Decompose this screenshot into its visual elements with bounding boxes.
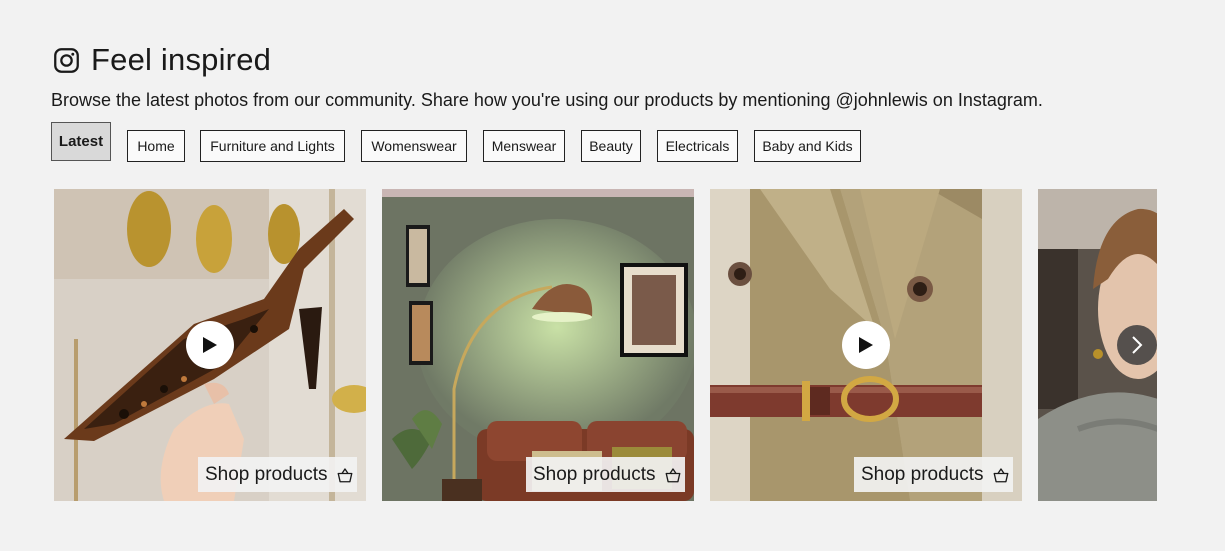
card-image-lamp (382, 189, 694, 501)
carousel-card[interactable]: Shop products (382, 189, 694, 501)
play-icon (859, 337, 873, 353)
shop-products-button[interactable]: Shop products (854, 457, 1013, 492)
filter-home[interactable]: Home (127, 130, 185, 162)
play-icon (203, 337, 217, 353)
basket-icon (993, 467, 1008, 482)
instagram-carousel: Shop products Shop products Shop product… (54, 189, 1157, 501)
filter-latest[interactable]: Latest (51, 122, 111, 161)
play-video-button[interactable] (186, 321, 234, 369)
shop-products-label: Shop products (533, 463, 656, 485)
shop-products-button[interactable]: Shop products (526, 457, 685, 492)
shop-products-label: Shop products (205, 463, 328, 485)
carousel-card[interactable]: Shop products (54, 189, 366, 501)
filter-womenswear[interactable]: Womenswear (361, 130, 467, 162)
filter-furniture-and-lights[interactable]: Furniture and Lights (200, 130, 345, 162)
carousel-next-button[interactable] (1117, 325, 1157, 365)
section-description: Browse the latest photos from our commun… (51, 90, 1043, 110)
page-title: Feel inspired (91, 42, 272, 77)
instagram-icon (54, 47, 79, 73)
shop-products-label: Shop products (861, 463, 984, 485)
play-video-button[interactable] (842, 321, 890, 369)
filter-menswear[interactable]: Menswear (483, 130, 565, 162)
basket-icon (337, 467, 352, 482)
basket-icon (665, 467, 680, 482)
section-header: Feel inspired (53, 42, 271, 78)
filter-beauty[interactable]: Beauty (581, 130, 641, 162)
filter-electricals[interactable]: Electricals (657, 130, 738, 162)
shop-products-button[interactable]: Shop products (198, 457, 357, 492)
carousel-card[interactable]: Shop products (710, 189, 1022, 501)
filter-baby-and-kids[interactable]: Baby and Kids (754, 130, 861, 162)
chevron-right-icon (1132, 336, 1143, 354)
